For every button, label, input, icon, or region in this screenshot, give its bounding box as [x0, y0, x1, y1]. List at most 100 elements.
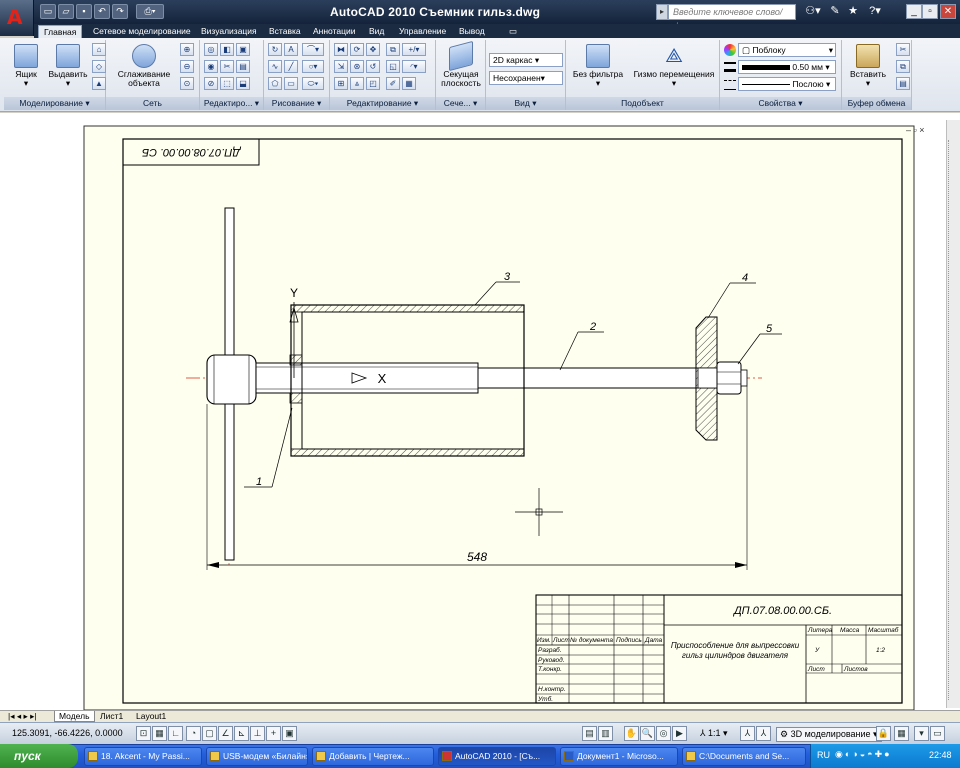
extract-edges-icon[interactable]: ▣: [236, 43, 250, 56]
application-menu-button[interactable]: A: [0, 0, 34, 36]
offset-icon[interactable]: ◰: [366, 77, 380, 90]
paste-button[interactable]: Вставить ▾: [844, 42, 892, 88]
extrude-button[interactable]: Выдавить ▾: [48, 42, 88, 88]
extrude-faces-icon[interactable]: ▤: [236, 60, 250, 73]
search-input[interactable]: Введите ключевое слово/фразу: [668, 4, 796, 31]
stretch-icon[interactable]: ⇲: [334, 60, 348, 73]
task-3[interactable]: Добавить | Чертеж...: [312, 747, 434, 766]
key-icon[interactable]: ✎: [828, 4, 842, 19]
task-4[interactable]: AutoCAD 2010 - [Съ...: [438, 747, 556, 766]
snap-icon[interactable]: ⊡: [136, 726, 151, 741]
tab-home[interactable]: Главная: [38, 25, 83, 38]
qp-icon[interactable]: ▣: [282, 726, 297, 741]
maximize-button[interactable]: ▫: [922, 4, 938, 19]
panel-properties-title[interactable]: Свойства ▾: [720, 97, 841, 110]
zoom-icon[interactable]: 🔍: [640, 726, 655, 741]
helix-icon[interactable]: ↻: [268, 43, 282, 56]
tray-icons[interactable]: ◉◐◑◒◓✚●: [835, 749, 892, 760]
ribbon-toggle-icon[interactable]: ▭: [504, 25, 522, 38]
erase-icon[interactable]: ✐: [386, 77, 400, 90]
tab-layout1[interactable]: Layout1: [132, 711, 170, 722]
circle-icon[interactable]: ○▾: [302, 60, 324, 73]
steering-wheel-icon[interactable]: ◎: [656, 726, 671, 741]
align-icon[interactable]: ⊛: [350, 60, 364, 73]
scale-icon[interactable]: ◱: [386, 60, 400, 73]
linetype-dropdown[interactable]: Послою ▾: [738, 77, 836, 91]
fillet-icon[interactable]: ◜▾: [402, 60, 426, 73]
color-dropdown[interactable]: ▢ Поблоку ▾: [738, 43, 836, 57]
pan-icon[interactable]: ✋: [624, 726, 639, 741]
text-icon[interactable]: A: [284, 43, 298, 56]
section-plane-button[interactable]: Секущая плоскость: [438, 40, 484, 88]
osnap-icon[interactable]: ▢: [202, 726, 217, 741]
arc-icon[interactable]: ⌒▾: [302, 43, 324, 56]
panel-modeling-title[interactable]: Моделирование ▾: [4, 97, 105, 110]
layout-nav-arrows[interactable]: |◂ ◂ ▸ ▸|: [4, 711, 41, 722]
solid-history-icon[interactable]: ▲: [92, 77, 106, 90]
ortho-icon[interactable]: ∟: [168, 726, 183, 741]
annotation-visibility-icon[interactable]: ⅄: [740, 726, 755, 741]
intersect-icon[interactable]: ◉: [204, 60, 218, 73]
no-filter-button[interactable]: Без фильтра ▾: [570, 42, 626, 88]
clean-screen-icon[interactable]: ▭: [930, 726, 945, 741]
slice-icon[interactable]: ✂: [220, 60, 234, 73]
tab-model[interactable]: Модель: [54, 711, 95, 722]
move-icon[interactable]: ✥: [366, 43, 380, 56]
autoscale-icon[interactable]: ⅄: [756, 726, 771, 741]
line-icon[interactable]: ╱: [284, 60, 298, 73]
dyn-icon[interactable]: ⊥: [250, 726, 265, 741]
drawing-window-controls[interactable]: – ▫ ×: [906, 125, 944, 135]
rotate-icon[interactable]: ⟳: [350, 43, 364, 56]
tab-render[interactable]: Визуализация: [196, 25, 262, 38]
minimize-button[interactable]: _: [906, 4, 922, 19]
close-button[interactable]: ✕: [940, 4, 956, 19]
open-icon[interactable]: ▱: [58, 4, 74, 19]
copy-clip-icon[interactable]: ⧉: [896, 60, 910, 73]
rectangle-icon[interactable]: ▭: [284, 77, 298, 90]
layout-quickview-icon[interactable]: ▥: [598, 726, 613, 741]
print-icon[interactable]: ⎙▾: [136, 4, 164, 19]
trim-icon[interactable]: +/▾: [402, 43, 426, 56]
annotation-scale[interactable]: ⅄ 1:1 ▾: [700, 728, 728, 739]
interfere-icon[interactable]: ⊘: [204, 77, 218, 90]
refine-mesh-icon[interactable]: ⊙: [180, 77, 194, 90]
mirror3d-icon[interactable]: ⩓: [350, 77, 364, 90]
polygon-icon[interactable]: ⬠: [268, 77, 282, 90]
task-6[interactable]: C:\Documents and Se...: [682, 747, 806, 766]
undo-icon[interactable]: ↶: [94, 4, 110, 19]
subtract-icon[interactable]: ◧: [220, 43, 234, 56]
new-icon[interactable]: ▭: [40, 4, 56, 19]
binoculars-icon[interactable]: ⚇▾: [802, 4, 824, 19]
task-1[interactable]: 18. Akcent - My Passi...: [84, 747, 202, 766]
cut-icon[interactable]: ✂: [896, 43, 910, 56]
polar-icon[interactable]: ◔: [186, 726, 201, 741]
ellipse-icon[interactable]: ⬭▾: [302, 77, 324, 90]
visual-style-dropdown[interactable]: 2D каркас ▾: [489, 53, 563, 67]
properties-match-icon[interactable]: ▦: [402, 77, 416, 90]
smooth-more-icon[interactable]: ⊕: [180, 43, 194, 56]
tab-insert[interactable]: Вставка: [264, 25, 306, 38]
panel-section-title[interactable]: Сече... ▾: [436, 97, 485, 110]
start-button[interactable]: пуск: [0, 744, 78, 768]
scroll-track[interactable]: [948, 140, 959, 700]
polyline-icon[interactable]: ∿: [268, 60, 282, 73]
tab-mesh-modeling[interactable]: Сетевое моделирование: [88, 25, 196, 38]
vertical-scrollbar[interactable]: [946, 120, 960, 708]
save-icon[interactable]: ▪: [76, 4, 92, 19]
panel-modify-title[interactable]: Редактирование ▾: [330, 97, 435, 110]
rotate3d-icon[interactable]: ↺: [366, 60, 380, 73]
task-5[interactable]: Документ1 - Microso...: [560, 747, 678, 766]
presspull-icon[interactable]: ⌂: [92, 43, 106, 56]
lock-icon[interactable]: 🔒: [876, 726, 891, 741]
model-space-icon[interactable]: ▤: [582, 726, 597, 741]
panel-solid-editing-title[interactable]: Редактиро... ▾: [200, 97, 263, 110]
lineweight-toggle-icon[interactable]: +: [266, 726, 281, 741]
tab-view[interactable]: Вид: [364, 25, 389, 38]
lineweight-dropdown[interactable]: 0.50 мм ▾: [738, 60, 836, 74]
mirror-icon[interactable]: ⧓: [334, 43, 348, 56]
smooth-less-icon[interactable]: ⊖: [180, 60, 194, 73]
task-2[interactable]: USB-модем «Билайн»: [206, 747, 308, 766]
union-icon[interactable]: ◎: [204, 43, 218, 56]
named-view-dropdown[interactable]: Несохранен▾: [489, 71, 563, 85]
workspace-switch[interactable]: ⚙ 3D моделирование ▾: [776, 727, 882, 742]
